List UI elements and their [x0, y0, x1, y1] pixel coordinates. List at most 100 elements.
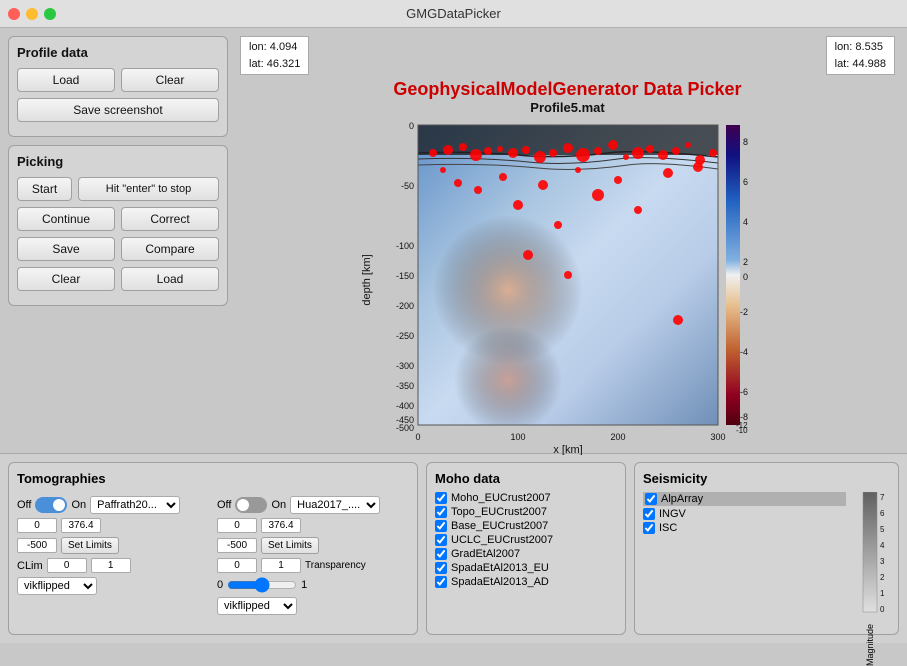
minimize-button[interactable] — [26, 8, 38, 20]
svg-text:-400: -400 — [395, 401, 413, 411]
seismicity-item-1: INGV — [643, 508, 846, 520]
tomo1-max-input[interactable] — [61, 518, 101, 533]
moho-check-3[interactable] — [435, 534, 447, 546]
main-area: Profile data Load Clear Save screenshot … — [0, 28, 907, 643]
window-title: GMGDataPicker — [406, 6, 501, 21]
moho-check-1[interactable] — [435, 506, 447, 518]
tomo1-colormap-select[interactable]: vikflipped — [17, 577, 97, 595]
tomo1-clim-max[interactable] — [91, 558, 131, 573]
maximize-button[interactable] — [44, 8, 56, 20]
moho-item-2: Base_EUCrust2007 — [435, 520, 617, 532]
moho-label-0: Moho_EUCrust2007 — [451, 492, 551, 504]
coord-right-lat: lat: 44.988 — [835, 56, 886, 73]
compare-button[interactable]: Compare — [121, 237, 219, 261]
svg-text:-150: -150 — [395, 271, 413, 281]
moho-label-2: Base_EUCrust2007 — [451, 520, 548, 532]
seismicity-label-2: ISC — [659, 522, 677, 534]
moho-check-6[interactable] — [435, 576, 447, 588]
tomo2-toggle-row: Off On Hua2017_.... — [217, 496, 409, 514]
tomo2-on-label: On — [271, 499, 286, 511]
profile-label: Profile5.mat — [358, 100, 778, 115]
svg-text:2: 2 — [743, 257, 748, 267]
hit-enter-button[interactable]: Hit "enter" to stop — [78, 177, 219, 201]
window-controls[interactable] — [8, 8, 56, 20]
tomo2-set-limits-button[interactable]: Set Limits — [261, 537, 319, 554]
seismicity-panel: Seismicity AlpArray INGV ISC — [634, 462, 899, 635]
magnitude-bar: 7 6 5 4 3 2 1 0 — [855, 492, 885, 622]
svg-text:-500: -500 — [395, 423, 413, 433]
moho-item-0: Moho_EUCrust2007 — [435, 492, 617, 504]
tomo1-depth-input[interactable] — [17, 538, 57, 553]
svg-text:0: 0 — [415, 432, 420, 442]
tomo2-toggle[interactable] — [235, 497, 267, 513]
tomographies-title: Tomographies — [17, 471, 409, 486]
continue-button[interactable]: Continue — [17, 207, 115, 231]
tomo1-toggle[interactable] — [35, 497, 67, 513]
tomo2-colormap-select[interactable]: vikflipped — [217, 597, 297, 615]
tomo2-transparency-row: 0 1 — [217, 577, 409, 593]
tomo-columns: Off On Paffrath20... — [17, 496, 409, 615]
tomo2-min-input[interactable] — [217, 518, 257, 533]
picking-row4: Clear Load — [17, 267, 219, 291]
seismicity-check-1[interactable] — [643, 508, 655, 520]
save-screenshot-row: Save screenshot — [17, 98, 219, 122]
transparency-slider[interactable] — [227, 577, 297, 593]
left-panel: Profile data Load Clear Save screenshot … — [8, 36, 228, 445]
tomo1-clim-label: CLim — [17, 560, 43, 572]
seismicity-check-0[interactable] — [645, 493, 657, 505]
coord-right: lon: 8.535 lat: 44.988 — [826, 36, 895, 75]
seismicity-list: AlpArray INGV ISC — [643, 492, 846, 666]
profile-load-button[interactable]: Load — [17, 68, 115, 92]
seismicity-check-2[interactable] — [643, 522, 655, 534]
seismicity-label-0: AlpArray — [661, 493, 703, 505]
svg-text:-350: -350 — [395, 381, 413, 391]
moho-items: Moho_EUCrust2007 Topo_EUCrust2007 Base_E… — [435, 492, 617, 588]
profile-clear-button[interactable]: Clear — [121, 68, 219, 92]
plot-title: GeophysicalModelGenerator Data Picker — [358, 79, 778, 100]
svg-text:8: 8 — [743, 137, 748, 147]
picking-save-button[interactable]: Save — [17, 237, 115, 261]
svg-text:-300: -300 — [395, 361, 413, 371]
titlebar: GMGDataPicker — [0, 0, 907, 28]
top-section: Profile data Load Clear Save screenshot … — [0, 28, 907, 453]
tomo1-on-label: On — [71, 499, 86, 511]
tomo1-dropdown[interactable]: Paffrath20... — [90, 496, 180, 514]
moho-check-0[interactable] — [435, 492, 447, 504]
tomo2-depth: Set Limits — [217, 537, 409, 554]
picking-load-button[interactable]: Load — [121, 267, 219, 291]
tomo2-clim-max[interactable] — [261, 558, 301, 573]
tomo1-toggle-row: Off On Paffrath20... — [17, 496, 209, 514]
tomo1-clim-min[interactable] — [47, 558, 87, 573]
slider-max-label: 1 — [301, 579, 307, 591]
tomo2-max-input[interactable] — [261, 518, 301, 533]
svg-text:2: 2 — [880, 573, 885, 582]
svg-text:-6: -6 — [740, 387, 748, 397]
svg-text:depth [km]: depth [km] — [361, 254, 373, 305]
save-screenshot-button[interactable]: Save screenshot — [17, 98, 219, 122]
moho-check-2[interactable] — [435, 520, 447, 532]
svg-text:0: 0 — [743, 272, 748, 282]
tomo2-colormap-row: vikflipped — [217, 597, 409, 615]
seismicity-title: Seismicity — [643, 471, 890, 486]
svg-text:0: 0 — [880, 605, 885, 614]
center-area: lon: 4.094 lat: 46.321 lon: 8.535 lat: 4… — [236, 36, 899, 445]
picking-clear-button[interactable]: Clear — [17, 267, 115, 291]
coord-left-lon: lon: 4.094 — [249, 39, 300, 56]
tomo2-depth-input[interactable] — [217, 538, 257, 553]
moho-check-5[interactable] — [435, 562, 447, 574]
magnitude-label: Magnitude — [865, 624, 875, 666]
tomo2-clim-min[interactable] — [217, 558, 257, 573]
close-button[interactable] — [8, 8, 20, 20]
correct-button[interactable]: Correct — [121, 207, 219, 231]
moho-item-6: SpadaEtAl2013_AD — [435, 576, 617, 588]
tomo1-min-input[interactable] — [17, 518, 57, 533]
start-button[interactable]: Start — [17, 177, 72, 201]
svg-text:4: 4 — [743, 217, 748, 227]
tomo2-dropdown[interactable]: Hua2017_.... — [290, 496, 380, 514]
tomo2-clim-row: Transparency — [217, 558, 409, 573]
tomo1-off-label: Off — [17, 499, 31, 511]
moho-check-4[interactable] — [435, 548, 447, 560]
seismic-plot: 0 -50 -100 -150 -200 -250 -300 -350 -400… — [358, 115, 778, 455]
moho-item-3: UCLC_EUCrust2007 — [435, 534, 617, 546]
tomo1-set-limits-button[interactable]: Set Limits — [61, 537, 119, 554]
